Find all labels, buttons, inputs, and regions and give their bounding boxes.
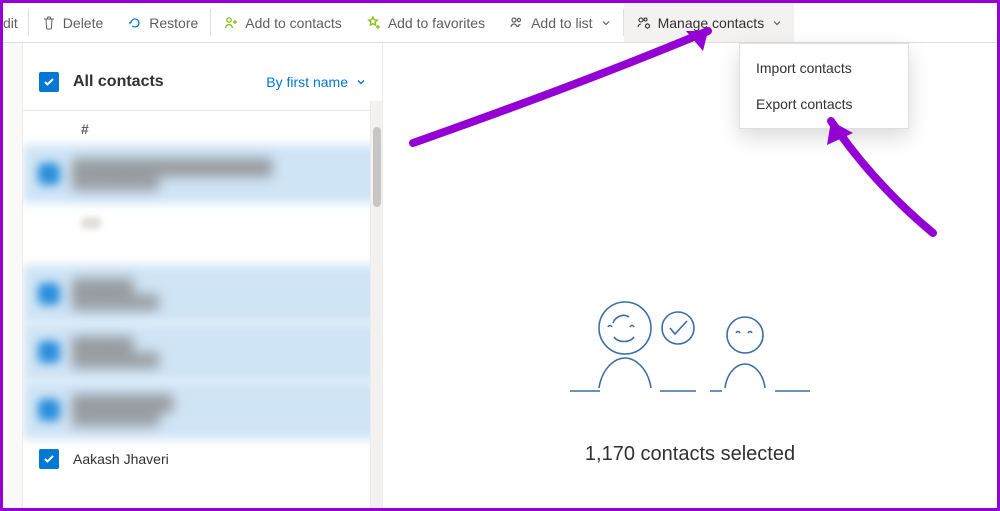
contact-row[interactable]: Aakash Jhaveri <box>23 439 382 479</box>
row-checkbox[interactable] <box>39 284 59 304</box>
row-checkbox[interactable] <box>39 400 59 420</box>
manage-contacts-label: Manage contacts <box>658 15 765 31</box>
contact-text: ██████████ ██████████ <box>73 395 366 425</box>
list-gap <box>23 217 382 265</box>
delete-button[interactable]: Delete <box>29 3 115 42</box>
contact-row[interactable]: ██████████ ██████████ <box>23 381 382 439</box>
selection-summary: 1,170 contacts selected <box>585 443 795 466</box>
star-plus-icon <box>366 15 382 31</box>
import-contacts-item[interactable]: Import contacts <box>740 50 908 86</box>
contacts-list-pane: All contacts By first name # <box>23 43 383 508</box>
sort-by-label: By first name <box>266 74 348 90</box>
row-checkbox[interactable] <box>39 164 59 184</box>
person-plus-icon <box>223 15 239 31</box>
add-to-list-button[interactable]: Add to list <box>497 3 622 42</box>
add-to-favorites-button[interactable]: Add to favorites <box>354 3 497 42</box>
contact-row[interactable]: ████████████████████ ██████████ <box>23 145 382 203</box>
contact-text: ██████ ██████████ <box>73 279 366 309</box>
people-gear-icon <box>636 15 652 31</box>
contact-row[interactable]: ██████ ██████████ <box>23 265 382 323</box>
delete-label: Delete <box>63 15 103 31</box>
export-contacts-item[interactable]: Export contacts <box>740 86 908 122</box>
contact-row[interactable]: ██████ ██████████ <box>23 323 382 381</box>
left-gutter <box>3 43 23 508</box>
chevron-down-icon <box>772 18 782 28</box>
contact-text: Aakash Jhaveri <box>73 451 366 467</box>
toolbar-right-margin <box>794 3 882 42</box>
sort-by-dropdown[interactable]: By first name <box>266 74 366 90</box>
add-to-contacts-label: Add to contacts <box>245 15 342 31</box>
edit-label-fragment: dit <box>3 15 18 31</box>
restore-label: Restore <box>149 15 198 31</box>
restore-icon <box>127 15 143 31</box>
scrollbar-thumb[interactable] <box>373 127 381 207</box>
contact-text: ████████████████████ ██████████ <box>73 159 366 189</box>
command-bar: dit Delete Restore <box>3 3 997 43</box>
restore-button[interactable]: Restore <box>115 3 210 42</box>
people-list-icon <box>509 15 525 31</box>
contacts-list[interactable]: # ████████████████████ ██████████ <box>23 111 382 508</box>
contact-name: Aakash Jhaveri <box>73 451 366 467</box>
chevron-down-icon <box>356 77 366 87</box>
add-to-contacts-button[interactable]: Add to contacts <box>211 3 354 42</box>
select-all-checkbox[interactable] <box>39 72 59 92</box>
row-checkbox[interactable] <box>39 342 59 362</box>
add-to-favorites-label: Add to favorites <box>388 15 485 31</box>
group-letter: # <box>81 121 89 137</box>
contacts-illustration <box>550 293 830 423</box>
selection-summary-text: 1,170 contacts selected <box>585 443 795 465</box>
add-to-list-label: Add to list <box>531 15 592 31</box>
manage-contacts-button[interactable]: Manage contacts <box>624 3 795 42</box>
scrollbar[interactable] <box>370 101 382 508</box>
trash-icon <box>41 15 57 31</box>
export-contacts-label: Export contacts <box>756 96 853 112</box>
manage-contacts-menu: Import contacts Export contacts <box>739 43 909 129</box>
list-title: All contacts <box>73 73 164 91</box>
row-checkbox[interactable] <box>39 449 59 469</box>
edit-button-fragment[interactable]: dit <box>3 3 28 42</box>
group-header: # <box>23 111 382 145</box>
import-contacts-label: Import contacts <box>756 60 852 76</box>
list-header: All contacts By first name <box>23 53 382 111</box>
chevron-down-icon <box>601 18 611 28</box>
contact-text: ██████ ██████████ <box>73 337 366 367</box>
